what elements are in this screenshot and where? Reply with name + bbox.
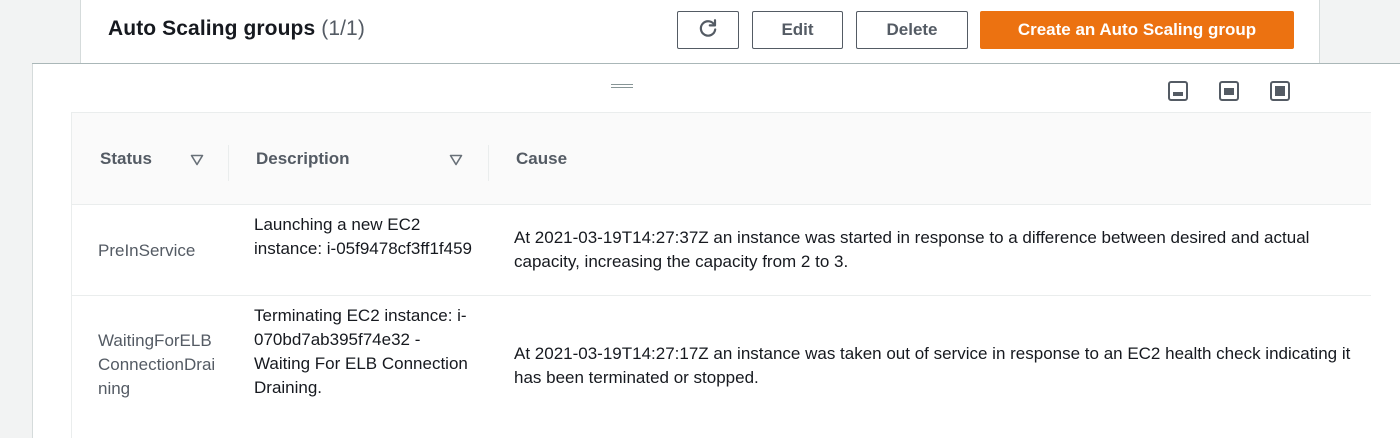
activity-table: Status Description Cause PreInService La… — [71, 112, 1371, 438]
column-header-status[interactable]: Status — [100, 149, 152, 169]
selection-count: (1/1) — [321, 17, 365, 40]
split-panel: Status Description Cause PreInService La… — [32, 64, 1400, 438]
refresh-button[interactable] — [677, 11, 739, 49]
header-area: Auto Scaling groups (1/1) Edit Delete Cre… — [0, 0, 1400, 64]
description-cell: Launching a new EC2 instance: i-05f9478c… — [254, 215, 473, 258]
status-cell: PreInService — [98, 241, 196, 260]
page-title-text: Auto Scaling groups — [108, 17, 316, 40]
table-row[interactable]: WaitingForELBConnectionDraining Terminat… — [72, 296, 1371, 438]
column-divider[interactable] — [228, 145, 229, 181]
sort-down-icon[interactable] — [190, 153, 204, 166]
cause-cell: At 2021-03-19T14:27:17Z an instance was … — [514, 344, 1351, 387]
table-header: Status Description Cause — [72, 113, 1371, 205]
panel-bottom-icon[interactable] — [1167, 80, 1189, 102]
create-auto-scaling-group-button[interactable]: Create an Auto Scaling group — [980, 11, 1294, 49]
panel-full-icon[interactable] — [1269, 80, 1291, 102]
column-header-description[interactable]: Description — [256, 149, 350, 169]
table-row[interactable]: PreInService Launching a new EC2 instanc… — [72, 205, 1371, 296]
sort-down-icon[interactable] — [449, 153, 463, 166]
description-cell: Terminating EC2 instance: i-070bd7ab395f… — [254, 306, 468, 397]
page-title: Auto Scaling groups (1/1) — [108, 17, 365, 41]
cause-cell: At 2021-03-19T14:27:37Z an instance was … — [514, 228, 1310, 271]
panel-center-icon[interactable] — [1218, 80, 1240, 102]
split-panel-resize-handle[interactable] — [611, 82, 633, 90]
column-header-cause[interactable]: Cause — [516, 149, 567, 169]
column-divider[interactable] — [488, 145, 489, 181]
edit-button[interactable]: Edit — [752, 11, 843, 49]
refresh-icon — [697, 17, 719, 44]
delete-button[interactable]: Delete — [856, 11, 968, 49]
status-cell: WaitingForELBConnectionDraining — [98, 331, 216, 398]
